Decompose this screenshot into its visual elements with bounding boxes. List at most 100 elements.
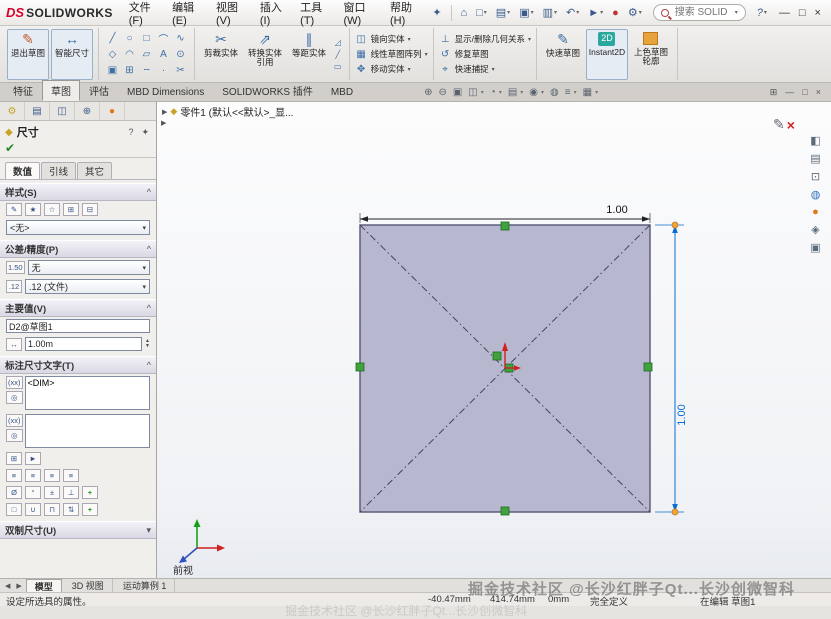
rebuild-button[interactable]: ● xyxy=(609,7,622,19)
polygon-tool-icon[interactable]: ◇ xyxy=(104,46,121,62)
justify-right-icon[interactable]: ≡ xyxy=(44,469,60,482)
quick-snaps-button[interactable]: ⌖ 快速捕捉 ▾ xyxy=(439,63,531,75)
point-tool-icon[interactable]: · xyxy=(155,62,172,78)
dim-text-token-icon[interactable]: (xx) xyxy=(6,376,23,389)
tab-featuremanager[interactable]: ▤ xyxy=(25,102,50,120)
design-library-icon[interactable]: ▤ xyxy=(810,152,820,165)
flyout-tree-arrow-icon[interactable]: ▶ xyxy=(161,119,166,127)
more-symbols-icon[interactable]: ► xyxy=(25,452,41,465)
value-spinner[interactable]: ▲ ▼ xyxy=(145,339,150,349)
tab-scroll-right-icon[interactable]: ▶ xyxy=(14,582,23,590)
pin-menu-icon[interactable]: ✦ xyxy=(429,6,444,19)
justify-left-icon[interactable]: ≡ xyxy=(6,469,22,482)
exit-sketch-button[interactable]: ✎ 退出草图 xyxy=(7,28,49,80)
tab-mbd[interactable]: MBD xyxy=(322,84,362,101)
graphics-viewport[interactable]: ▶ ◆ 零件1 (默认<<默认>_显... ▶ ✎ × ◧ ▤ ⊡ ◍ ● ◈ … xyxy=(157,102,831,578)
tab-sketch[interactable]: 草图 xyxy=(42,80,80,101)
tab-configurations[interactable]: ◫ xyxy=(50,102,75,120)
box-symbol-icon[interactable]: □ xyxy=(6,503,22,516)
tab-evaluate[interactable]: 评估 xyxy=(80,80,118,101)
save-button[interactable]: ▣ ▾ xyxy=(516,6,536,19)
dim-text-symbol-icon[interactable]: ◎ xyxy=(6,429,23,442)
search-box[interactable]: ▾ xyxy=(652,4,746,21)
zoom-area-icon[interactable]: ⊖ xyxy=(438,87,446,98)
tab-propertymanager[interactable]: ⚙ xyxy=(0,102,25,120)
sketch-pencil-icon[interactable]: ✎ xyxy=(773,116,785,133)
dimension-text-area[interactable]: <DIM> xyxy=(24,376,150,410)
cancel-sketch-icon[interactable]: × xyxy=(787,117,795,133)
relation-marker-right[interactable] xyxy=(643,362,653,372)
plane-tool-icon[interactable]: ⊞ xyxy=(121,62,138,78)
display-delete-relations-button[interactable]: ⊥ 显示/删除几何关系 ▾ xyxy=(439,33,531,45)
file-explorer-icon[interactable]: ⊡ xyxy=(811,170,820,183)
zoom-fit-icon[interactable]: ⊕ xyxy=(424,87,432,98)
tab-leaders[interactable]: 引线 xyxy=(41,162,77,179)
trim-tool-icon[interactable]: ✂ xyxy=(172,62,189,78)
rapid-sketch-button[interactable]: ✎ 快速草图 xyxy=(542,29,584,80)
tab-motion-study[interactable]: 运动算例 1 xyxy=(115,579,176,592)
tab-other[interactable]: 其它 xyxy=(77,162,113,179)
section-view-icon[interactable]: ◫ xyxy=(468,87,477,98)
view-orientation-icon[interactable]: ◔ xyxy=(490,87,496,98)
maximize-button[interactable]: □ xyxy=(799,7,806,19)
mirror-entities-button[interactable]: ◫ 镜向实体 ▾ xyxy=(355,33,428,45)
arc-tool-icon[interactable]: ⌒ xyxy=(155,30,172,46)
menu-window[interactable]: 窗口(W) xyxy=(339,0,382,29)
menu-view[interactable]: 视图(V) xyxy=(211,0,252,29)
dimension-text-area-secondary[interactable] xyxy=(24,414,150,448)
appearances-scenes-icon[interactable]: ● xyxy=(812,206,819,218)
rectangle-tool-icon[interactable]: □ xyxy=(138,30,155,46)
circle-tool-icon[interactable]: ○ xyxy=(121,30,138,46)
forum-icon[interactable]: ▣ xyxy=(810,241,820,254)
ok-check-icon[interactable]: ✔ xyxy=(5,141,15,155)
sketch-canvas[interactable]: 1.00 1.00 xyxy=(157,102,831,578)
doc-window-menu-icon[interactable]: ⊞ xyxy=(770,87,778,98)
smart-dimension-button[interactable]: ↔ 智能尺寸 xyxy=(51,28,93,80)
display-style-icon[interactable]: ▤ xyxy=(508,87,517,98)
text-tool-icon[interactable]: A xyxy=(155,46,172,62)
right-dimension-text[interactable]: 1.00 xyxy=(676,404,688,425)
menu-insert[interactable]: 插入(I) xyxy=(255,0,292,29)
menu-help[interactable]: 帮助(H) xyxy=(385,0,426,29)
instant2d-button[interactable]: 2D Instant2D xyxy=(585,28,628,80)
top-dimension-text[interactable]: 1.00 xyxy=(606,204,627,216)
diameter-symbol-icon[interactable]: Ø xyxy=(6,486,22,499)
help-icon[interactable]: ? xyxy=(126,127,135,137)
relation-marker-bottom[interactable] xyxy=(500,506,510,516)
section-tolerance-header[interactable]: 公差/精度(P) ^ xyxy=(0,240,156,258)
plus-minus-symbol-icon[interactable]: ± xyxy=(44,486,60,499)
offset-entities-button[interactable]: ∥ 等距实体 xyxy=(288,29,330,80)
centerline-tool-icon[interactable]: ╌ xyxy=(138,62,155,78)
home-button[interactable]: ⌂ xyxy=(457,7,470,19)
view-palette-icon[interactable]: ◍ xyxy=(811,188,821,201)
style-new-icon[interactable]: ✎ xyxy=(6,203,22,216)
tab-appearances[interactable]: ● xyxy=(100,102,125,120)
menu-tools[interactable]: 工具(T) xyxy=(295,0,335,29)
tab-model[interactable]: 模型 xyxy=(25,579,62,592)
tab-features[interactable]: 特征 xyxy=(4,80,42,101)
previous-view-icon[interactable]: ▣ xyxy=(453,87,462,98)
minimize-button[interactable]: — xyxy=(779,7,790,19)
solidworks-resources-icon[interactable]: ◧ xyxy=(810,134,820,147)
add-custom-symbol-icon[interactable]: + xyxy=(82,503,98,516)
doc-close-icon[interactable]: × xyxy=(816,87,821,98)
feature-tree-breadcrumb[interactable]: ▶ ◆ 零件1 (默认<<默认>_显... xyxy=(162,104,293,119)
justify-full-icon[interactable]: ≡ xyxy=(63,469,79,482)
dimension-value-field[interactable] xyxy=(25,337,143,351)
tangent-arc-tool-icon[interactable]: ◠ xyxy=(121,46,138,62)
style-update-icon[interactable]: ☆ xyxy=(44,203,60,216)
convert-entities-button[interactable]: ⇗ 转换实体引用 xyxy=(244,29,286,80)
chamfer-tool-icon[interactable]: ◿ xyxy=(334,38,342,47)
hide-show-items-icon[interactable]: ◉ xyxy=(529,87,538,98)
doc-minimize-icon[interactable]: — xyxy=(785,87,794,98)
undo-button[interactable]: ↶ ▾ xyxy=(563,6,582,19)
pin-icon[interactable]: ✦ xyxy=(139,127,151,138)
chevron-down-icon[interactable]: ▾ xyxy=(735,9,738,16)
tab-value[interactable]: 数值 xyxy=(5,162,41,179)
select-tool-button[interactable]: ► ▾ xyxy=(585,7,606,19)
trim-entities-button[interactable]: ✂ 剪裁实体 xyxy=(200,29,242,80)
relation-marker-left[interactable] xyxy=(355,362,365,372)
section-primary-value-header[interactable]: 主要值(V) ^ xyxy=(0,299,156,317)
tab-dimxpert[interactable]: ⊕ xyxy=(75,102,100,120)
menu-edit[interactable]: 编辑(E) xyxy=(167,0,208,29)
